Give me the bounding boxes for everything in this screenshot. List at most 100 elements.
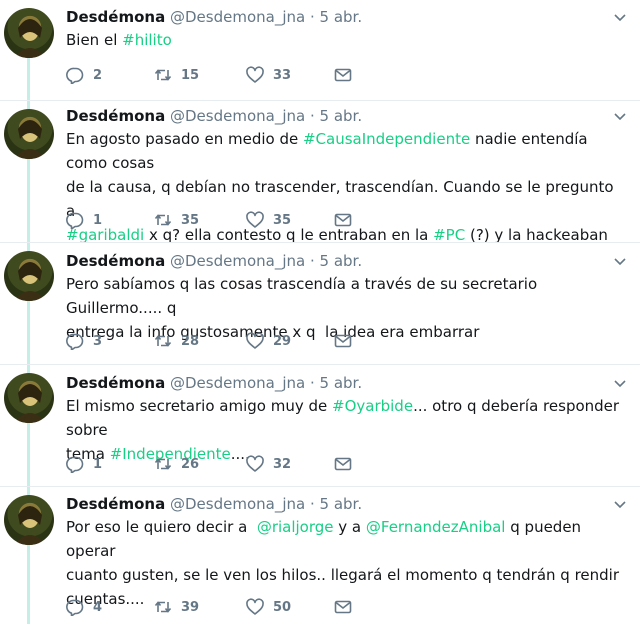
user-handle[interactable]: @Desdemona_jna (170, 374, 305, 392)
thread-connector (27, 101, 30, 109)
separator-dot: · (309, 495, 315, 513)
envelope-icon (334, 600, 352, 614)
avatar[interactable] (4, 495, 54, 545)
avatar[interactable] (4, 8, 54, 58)
separator-dot: · (309, 252, 315, 270)
retweet-count: 39 (181, 599, 200, 615)
retweet-button[interactable]: 35 (154, 210, 199, 230)
separator-dot: · (309, 107, 315, 125)
display-name[interactable]: Desdémona (66, 495, 165, 513)
reply-button[interactable]: 4 (66, 597, 102, 617)
retweet-count: 15 (181, 67, 200, 83)
timestamp[interactable]: 5 abr. (320, 374, 363, 392)
display-name[interactable]: Desdémona (66, 8, 165, 26)
thread-connector (27, 243, 30, 251)
avatar[interactable] (4, 251, 54, 301)
tweet[interactable]: Desdémona @Desdemona_jna · 5 abr. Bien e… (0, 0, 640, 101)
reply-count: 4 (93, 599, 103, 615)
retweet-icon (154, 214, 172, 226)
retweet-count: 26 (181, 456, 200, 472)
tweet-actions: 1 26 32 (66, 454, 366, 474)
reply-button[interactable]: 1 (66, 210, 102, 230)
display-name[interactable]: Desdémona (66, 252, 165, 270)
like-button[interactable]: 29 (246, 331, 291, 351)
direct-message-button[interactable] (334, 597, 361, 617)
thread-connector (27, 487, 30, 495)
retweet-button[interactable]: 28 (154, 331, 199, 351)
tweet[interactable]: Desdémona @Desdemona_jna · 5 abr. En ago… (0, 101, 640, 244)
like-button[interactable]: 32 (246, 454, 291, 474)
reply-icon (66, 599, 84, 616)
reply-count: 1 (93, 212, 103, 228)
timestamp[interactable]: 5 abr. (320, 495, 363, 513)
thread-connector (27, 58, 30, 101)
like-count: 32 (273, 456, 292, 472)
mention-link[interactable]: @FernandezAnibal (366, 518, 506, 536)
envelope-icon (334, 213, 352, 227)
text-segment: El mismo secretario amigo muy de (66, 397, 332, 415)
direct-message-button[interactable] (334, 454, 361, 474)
display-name[interactable]: Desdémona (66, 374, 165, 392)
separator-dot: · (309, 8, 315, 26)
like-button[interactable]: 50 (246, 597, 291, 617)
retweet-button[interactable]: 39 (154, 597, 199, 617)
envelope-icon (334, 68, 352, 82)
direct-message-button[interactable] (334, 65, 361, 85)
timestamp[interactable]: 5 abr. (320, 107, 363, 125)
thread-connector (27, 365, 30, 373)
text-segment: Por eso le quiero decir a (66, 518, 257, 536)
hashtag-link[interactable]: #hilito (122, 31, 172, 49)
tweet[interactable]: Desdémona @Desdemona_jna · 5 abr. Pero s… (0, 243, 640, 365)
tweet[interactable]: Desdémona @Desdemona_jna · 5 abr. Por es… (0, 487, 640, 624)
reply-count: 1 (93, 456, 103, 472)
chevron-down-icon[interactable] (612, 10, 628, 26)
thread-connector (27, 301, 30, 365)
reply-button[interactable]: 2 (66, 65, 102, 85)
retweet-button[interactable]: 15 (154, 65, 199, 85)
user-handle[interactable]: @Desdemona_jna (170, 8, 305, 26)
direct-message-button[interactable] (334, 331, 361, 351)
tweet-actions: 4 39 50 (66, 597, 366, 617)
heart-icon (246, 455, 264, 472)
envelope-icon (334, 334, 352, 348)
tweet-header: Desdémona @Desdemona_jna · 5 abr. (66, 7, 362, 27)
user-handle[interactable]: @Desdemona_jna (170, 107, 305, 125)
hashtag-link[interactable]: #Oyarbide (332, 397, 413, 415)
reply-icon (66, 212, 84, 229)
like-count: 50 (273, 599, 292, 615)
heart-icon (246, 211, 264, 228)
reply-icon (66, 67, 84, 84)
avatar[interactable] (4, 373, 54, 423)
chevron-down-icon[interactable] (612, 497, 628, 513)
tweet-actions: 2 15 33 (66, 65, 366, 85)
tweet-text: Bien el #hilito (66, 28, 621, 52)
mention-link[interactable]: @rialjorge (257, 518, 334, 536)
like-button[interactable]: 35 (246, 210, 291, 230)
text-segment: En agosto pasado en medio de (66, 130, 303, 148)
tweet[interactable]: Desdémona @Desdemona_jna · 5 abr. El mis… (0, 365, 640, 487)
tweet-thread: Desdémona @Desdemona_jna · 5 abr. Bien e… (0, 0, 640, 624)
heart-icon (246, 598, 264, 615)
envelope-icon (334, 457, 352, 471)
display-name[interactable]: Desdémona (66, 107, 165, 125)
like-button[interactable]: 33 (246, 65, 291, 85)
user-handle[interactable]: @Desdemona_jna (170, 495, 305, 513)
tweet-header: Desdémona @Desdemona_jna · 5 abr. (66, 373, 362, 393)
hashtag-link[interactable]: #CausaIndependiente (303, 130, 470, 148)
chevron-down-icon[interactable] (612, 376, 628, 392)
direct-message-button[interactable] (334, 210, 361, 230)
timestamp[interactable]: 5 abr. (320, 8, 363, 26)
chevron-down-icon[interactable] (612, 109, 628, 125)
reply-button[interactable]: 1 (66, 454, 102, 474)
user-handle[interactable]: @Desdemona_jna (170, 252, 305, 270)
text-segment: Bien el (66, 31, 123, 49)
timestamp[interactable]: 5 abr. (320, 252, 363, 270)
retweet-button[interactable]: 26 (154, 454, 199, 474)
tweet-actions: 3 28 29 (66, 331, 366, 351)
reply-button[interactable]: 3 (66, 331, 102, 351)
retweet-icon (154, 458, 172, 470)
retweet-count: 28 (181, 333, 200, 349)
chevron-down-icon[interactable] (612, 254, 628, 270)
reply-count: 2 (93, 67, 103, 83)
avatar[interactable] (4, 109, 54, 159)
